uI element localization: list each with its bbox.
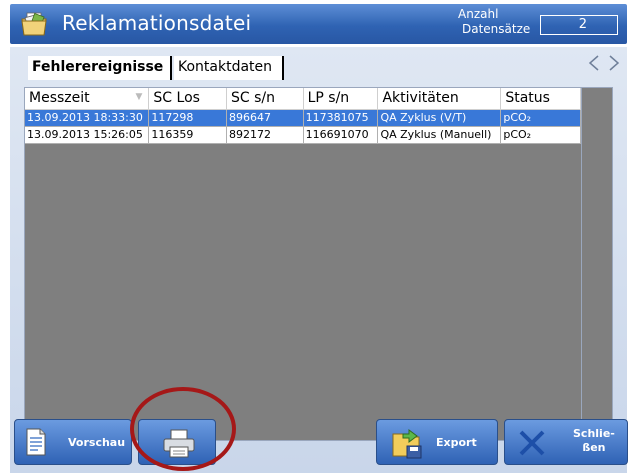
column-header-messzeit[interactable]: Messzeit ▼	[25, 88, 150, 110]
table-row[interactable]: 13.09.2013 18:33:30 117298 896647 117381…	[25, 109, 581, 127]
close-button[interactable]: Schlie- ßen	[504, 419, 628, 465]
cell-sc-sn: 892172	[226, 126, 304, 144]
record-count-label-line2: Datensätze	[462, 22, 531, 36]
cell-status: pCO₂	[500, 126, 581, 144]
cell-messzeit: 13.09.2013 18:33:30	[25, 109, 150, 127]
main-panel: Fehlerereignisse Kontaktdaten Messzeit ▼ …	[10, 47, 628, 473]
cell-sc-los: 116359	[148, 126, 227, 144]
cell-sc-sn: 896647	[226, 109, 304, 127]
cell-aktivitaeten: QA Zyklus (Manuell)	[377, 126, 502, 144]
document-icon	[26, 428, 46, 456]
tab-kontaktdaten[interactable]: Kontaktdaten	[174, 56, 284, 80]
export-button[interactable]: Export	[376, 419, 498, 465]
table-scroll-area	[582, 87, 613, 441]
cell-aktivitaeten: QA Zyklus (V/T)	[377, 109, 502, 127]
chevron-left-icon[interactable]	[587, 53, 601, 73]
record-count-label: Anzahl Datensätze	[458, 7, 530, 37]
chevron-right-icon[interactable]	[607, 53, 621, 73]
column-header-aktivitaeten[interactable]: Aktivitäten	[377, 88, 502, 110]
close-button-label: Schlie- ßen	[573, 427, 615, 455]
cell-messzeit: 13.09.2013 15:26:05	[25, 126, 150, 144]
cell-lp-sn: 116691070	[303, 126, 379, 144]
complaint-file-icon	[21, 12, 47, 36]
table-header-row: Messzeit ▼ SC Los SC s/n LP s/n Aktivität…	[25, 88, 581, 110]
column-header-lp-sn[interactable]: LP s/n	[303, 88, 379, 110]
window-title: Reklamationsdatei	[62, 11, 252, 35]
app-window: Reklamationsdatei Anzahl Datensätze 2 Fe…	[0, 0, 637, 473]
table-row[interactable]: 13.09.2013 15:26:05 116359 892172 116691…	[25, 126, 581, 144]
column-header-sc-sn[interactable]: SC s/n	[226, 88, 304, 110]
preview-button-label: Vorschau	[68, 436, 126, 449]
record-count-value: 2	[540, 15, 618, 35]
export-folder-icon	[392, 429, 422, 459]
cell-lp-sn: 117381075	[303, 109, 379, 127]
sort-down-icon: ▼	[135, 92, 143, 103]
record-count-label-line1: Anzahl	[458, 7, 499, 21]
tab-fehlerereignisse[interactable]: Fehlerereignisse	[28, 56, 172, 80]
header-bar: Reklamationsdatei Anzahl Datensätze 2	[10, 4, 627, 44]
cell-sc-los: 117298	[148, 109, 227, 127]
cell-status: pCO₂	[500, 109, 581, 127]
highlight-annotation-circle	[130, 387, 236, 471]
close-button-label-line1: Schlie-	[573, 427, 615, 440]
events-table: Messzeit ▼ SC Los SC s/n LP s/n Aktivität…	[25, 88, 581, 144]
close-button-label-line2: ßen	[582, 441, 606, 454]
preview-button[interactable]: Vorschau	[14, 419, 132, 465]
column-header-status[interactable]: Status	[500, 88, 581, 110]
close-icon	[519, 430, 545, 456]
events-table-area: Messzeit ▼ SC Los SC s/n LP s/n Aktivität…	[24, 87, 582, 441]
column-header-sc-los[interactable]: SC Los	[148, 88, 227, 110]
export-button-label: Export	[436, 436, 477, 449]
